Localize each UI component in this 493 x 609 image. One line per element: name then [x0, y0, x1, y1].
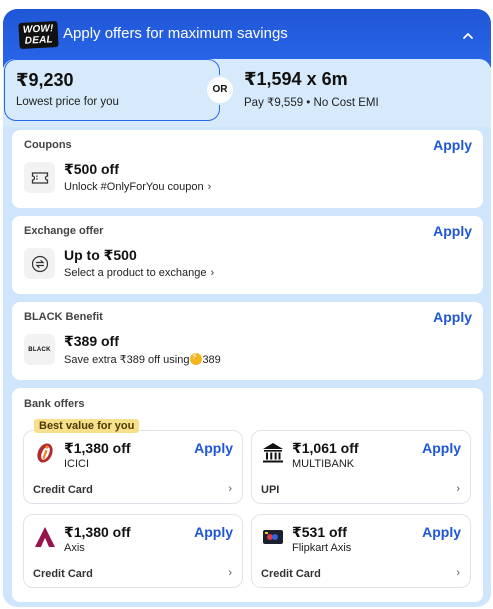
bank-offer-type: Credit Card — [33, 484, 93, 496]
bank-offer-bank: Axis — [64, 542, 85, 554]
black-detail: Save extra ₹389 off using389 — [64, 351, 221, 366]
emi-note: Pay ₹9,559 • No Cost EMI — [244, 97, 379, 109]
bank-offers-card: Bank offers Best value for you ₹1,380 of… — [12, 388, 491, 602]
next-bank-offer-peek[interactable] — [490, 430, 491, 504]
wow-deal-logo: WOW! DEAL — [18, 20, 59, 50]
bank-offer-type: Credit Card — [261, 568, 321, 580]
bank-offer-type: UPI — [261, 484, 280, 496]
emi-price: ₹1,594 x 6m — [244, 69, 348, 89]
bank-building-icon — [263, 443, 283, 463]
bank-offer-apply-button[interactable]: Apply — [422, 440, 461, 456]
bank-offer-tile[interactable]: ₹1,380 off ICICI Apply Credit Card › — [23, 430, 243, 504]
bank-offer-apply-button[interactable]: Apply — [194, 440, 233, 456]
supercoin-icon — [190, 351, 203, 365]
bank-offer-amount: ₹1,380 off — [64, 524, 131, 540]
bank-offer-type: Credit Card — [33, 568, 93, 580]
or-badge: OR — [207, 77, 233, 103]
chevron-right-icon: › — [228, 567, 232, 579]
black-logo-icon: BLACK — [24, 334, 55, 365]
price-options: ₹9,230 Lowest price for you OR ₹1,594 x … — [3, 59, 491, 127]
exchange-apply-button[interactable]: Apply — [433, 223, 472, 239]
bank-offer-bank: Flipkart Axis — [292, 542, 352, 554]
chevron-right-icon: › — [456, 567, 460, 579]
chevron-right-icon: › — [210, 267, 215, 279]
bank-offer-bank: MULTIBANK — [292, 458, 355, 470]
offers-panel: WOW! DEAL Apply offers for maximum savin… — [3, 9, 491, 607]
bank-offer-tile[interactable]: ₹1,380 off Axis Apply Credit Card › — [23, 514, 243, 588]
lowest-price-label: Lowest price for you — [16, 96, 119, 108]
exchange-icon — [24, 248, 55, 279]
next-bank-offer-peek[interactable] — [490, 514, 491, 588]
coupons-card: Coupons Apply ₹500 off Unlock #OnlyForYo… — [12, 130, 483, 208]
black-benefit-card: BLACK Benefit Apply BLACK ₹389 off Save … — [12, 302, 483, 380]
coupon-detail-link[interactable]: Unlock #OnlyForYou coupon › — [64, 181, 211, 193]
ticket-icon — [24, 162, 55, 193]
coupon-amount: ₹500 off — [64, 161, 119, 177]
bank-offer-amount: ₹1,380 off — [64, 440, 131, 456]
best-value-badge: Best value for you — [34, 419, 140, 433]
exchange-card: Exchange offer Apply Up to ₹500 Select a… — [12, 216, 483, 294]
icici-logo-icon — [37, 443, 53, 463]
chevron-up-icon[interactable] — [461, 29, 475, 43]
flipkart-axis-card-icon — [263, 530, 283, 544]
bank-offer-amount: ₹531 off — [292, 524, 347, 540]
bank-offer-amount: ₹1,061 off — [292, 440, 359, 456]
lowest-price: ₹9,230 — [16, 70, 74, 90]
black-apply-button[interactable]: Apply — [433, 309, 472, 325]
lowest-price-option[interactable]: ₹9,230 Lowest price for you — [4, 59, 220, 121]
chevron-right-icon: › — [228, 483, 232, 495]
black-benefit-title: BLACK Benefit — [24, 311, 103, 323]
black-amount: ₹389 off — [64, 333, 119, 349]
bank-offer-bank: ICICI — [64, 458, 90, 470]
bank-offer-apply-button[interactable]: Apply — [422, 524, 461, 540]
exchange-title: Exchange offer — [24, 225, 104, 237]
chevron-right-icon: › — [456, 483, 460, 495]
bank-offer-tile[interactable]: ₹1,061 off MULTIBANK Apply UPI › — [251, 430, 471, 504]
bank-offers-title: Bank offers — [24, 398, 85, 410]
exchange-amount: Up to ₹500 — [64, 247, 137, 263]
bank-offer-apply-button[interactable]: Apply — [194, 524, 233, 540]
exchange-detail-link[interactable]: Select a product to exchange › — [64, 267, 214, 279]
bank-offer-tile[interactable]: ₹531 off Flipkart Axis Apply Credit Card… — [251, 514, 471, 588]
coupons-apply-button[interactable]: Apply — [433, 137, 472, 153]
chevron-right-icon: › — [207, 181, 212, 193]
coupons-title: Coupons — [24, 139, 72, 151]
axis-logo-icon — [35, 527, 55, 547]
header-title: Apply offers for maximum savings — [63, 25, 288, 42]
